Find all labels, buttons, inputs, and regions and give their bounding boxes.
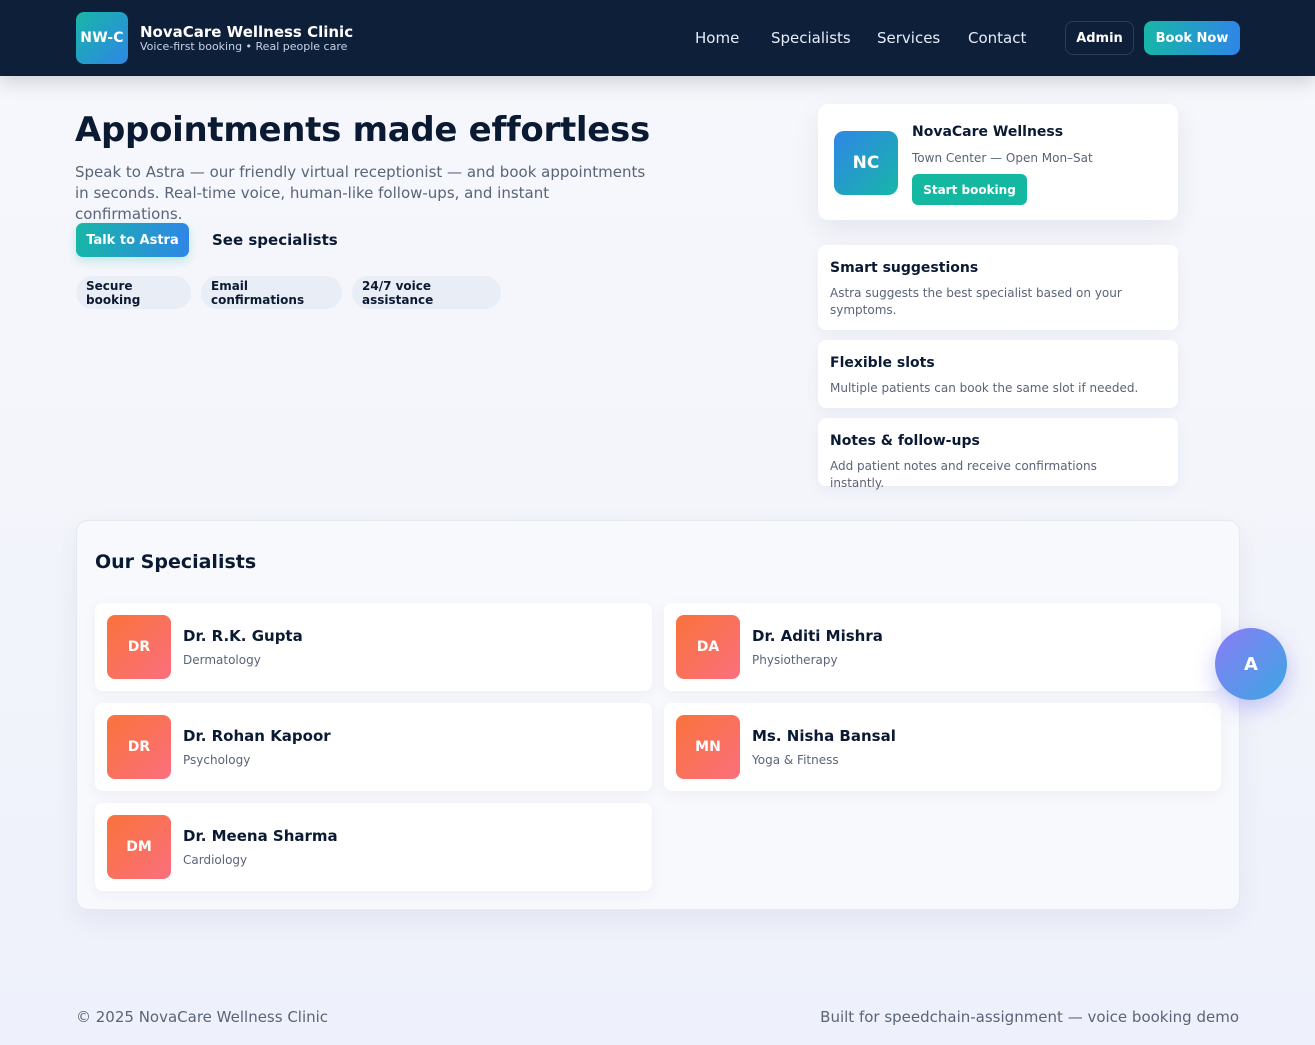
admin-button[interactable]: Admin [1065,21,1134,55]
specialist-card[interactable]: MN Ms. Nisha Bansal Yoga & Fitness [664,703,1221,791]
footer-copyright: © 2025 NovaCare Wellness Clinic [76,1008,329,1026]
feature-card-desc: Astra suggests the best specialist based… [830,286,1122,317]
specialist-card[interactable]: DA Dr. Aditi Mishra Physiotherapy [664,603,1221,691]
see-specialists-link[interactable]: See specialists [212,231,338,249]
specialist-avatar: MN [676,715,740,779]
specialist-department: Dermatology [183,653,261,667]
specialist-card[interactable]: DR Dr. R.K. Gupta Dermatology [95,603,652,691]
specialists-panel: Our Specialists DR Dr. R.K. Gupta Dermat… [76,520,1240,910]
specialist-name: Dr. Rohan Kapoor [183,727,331,745]
specialist-name: Ms. Nisha Bansal [752,727,896,745]
specialist-card[interactable]: DM Dr. Meena Sharma Cardiology [95,803,652,891]
specialist-avatar: DM [107,815,171,879]
feature-card-title: Smart suggestions [830,260,979,276]
feature-card-desc: Multiple patients can book the same slot… [830,381,1139,395]
specialist-avatar: DR [107,715,171,779]
voice-assistant-button[interactable]: A [1215,628,1287,700]
specialist-department: Psychology [183,753,251,767]
clinic-avatar: NC [834,131,898,195]
feature-pill-voice: 24/7 voice assistance [352,276,501,309]
specialist-department: Yoga & Fitness [752,753,839,767]
feature-card-title: Notes & follow-ups [830,433,980,449]
specialist-avatar: DR [107,615,171,679]
nav-contact-link[interactable]: Contact [968,29,1026,47]
clinic-logo[interactable]: NW-C [76,12,128,64]
specialist-card[interactable]: DR Dr. Rohan Kapoor Psychology [95,703,652,791]
specialist-avatar: DA [676,615,740,679]
specialists-heading: Our Specialists [95,551,257,573]
feature-card-title: Flexible slots [830,355,935,371]
talk-to-astra-button[interactable]: Talk to Astra [76,223,189,257]
nav-home-link[interactable]: Home [695,29,739,47]
specialist-department: Physiotherapy [752,653,838,667]
book-now-button[interactable]: Book Now [1144,21,1240,55]
hero-title: Appointments made effortless [75,110,650,150]
hero-subtitle: Speak to Astra — our friendly virtual re… [75,163,646,223]
specialist-name: Dr. R.K. Gupta [183,627,303,645]
specialist-department: Cardiology [183,853,248,867]
feature-card-flexible-slots: Flexible slots Multiple patients can boo… [818,340,1178,408]
nav-services-link[interactable]: Services [877,29,940,47]
feature-pill-email: Email confirmations [201,276,342,309]
brand-name: NovaCare Wellness Clinic [140,23,354,41]
nav-specialists-link[interactable]: Specialists [771,29,851,47]
feature-card-notes: Notes & follow-ups Add patient notes and… [818,418,1178,490]
feature-pill-secure: Secure booking [76,276,191,309]
feature-card-desc: Add patient notes and receive confirmati… [830,459,1097,490]
start-booking-button[interactable]: Start booking [912,174,1027,205]
clinic-card-name: NovaCare Wellness [912,124,1064,140]
brand-tagline: Voice-first booking • Real people care [140,40,348,53]
top-nav-bar: NW-C NovaCare Wellness Clinic Voice-firs… [0,0,1315,76]
clinic-card-location: Town Center — Open Mon–Sat [912,151,1093,165]
specialist-name: Dr. Meena Sharma [183,827,338,845]
footer-note: Built for speedchain-assignment — voice … [820,1008,1239,1026]
feature-card-smart-suggestions: Smart suggestions Astra suggests the bes… [818,245,1178,330]
clinic-card: NC NovaCare Wellness Town Center — Open … [818,104,1178,220]
specialist-name: Dr. Aditi Mishra [752,627,883,645]
